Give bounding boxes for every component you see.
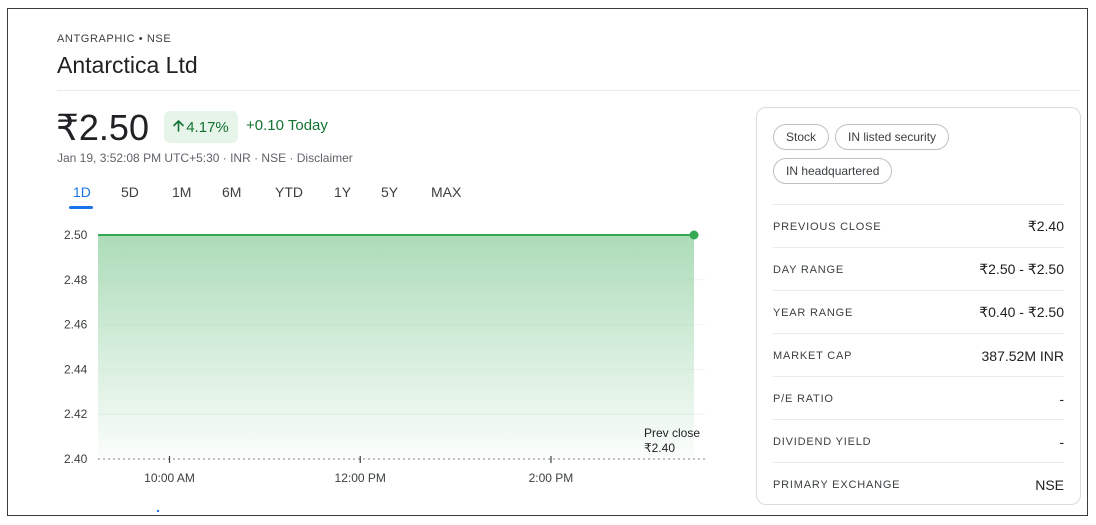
y-tick-label: 2.50 xyxy=(64,228,88,242)
prev-close-value: ₹2.40 xyxy=(644,441,675,455)
price-chart-svg: 2.50 2.48 2.46 2.44 2.42 2.40 10:00 AM 12:00 PM… xyxy=(64,228,705,485)
stat-row-previous-close: PREVIOUS CLOSE ₹2.40 xyxy=(773,204,1064,248)
stat-label: PRIMARY EXCHANGE xyxy=(773,478,901,491)
stat-value: - xyxy=(1059,433,1064,450)
stat-label: MARKET CAP xyxy=(773,349,853,362)
y-tick-label: 2.42 xyxy=(64,407,88,421)
stat-value: ₹2.40 xyxy=(1027,218,1064,234)
scroll-indicator-dot xyxy=(157,510,159,512)
stat-value: ₹0.40 - ₹2.50 xyxy=(979,304,1064,320)
x-tick-label: 2:00 PM xyxy=(529,471,574,485)
stat-row-day-range: DAY RANGE ₹2.50 - ₹2.50 xyxy=(773,247,1064,291)
category-chip[interactable]: IN listed security xyxy=(835,124,950,150)
x-tick-label: 10:00 AM xyxy=(144,471,195,485)
stat-label: PREVIOUS CLOSE xyxy=(773,220,882,233)
stat-row-primary-exchange: PRIMARY EXCHANGE NSE xyxy=(773,462,1064,506)
stat-row-year-range: YEAR RANGE ₹0.40 - ₹2.50 xyxy=(773,290,1064,334)
category-chip[interactable]: Stock xyxy=(773,124,830,150)
stat-label: YEAR RANGE xyxy=(773,306,854,319)
y-tick-label: 2.46 xyxy=(64,318,88,332)
y-tick-label: 2.44 xyxy=(64,362,88,376)
stat-label: P/E RATIO xyxy=(773,392,834,405)
y-tick-label: 2.40 xyxy=(64,452,88,466)
y-tick-label: 2.48 xyxy=(64,273,88,287)
current-price-dot xyxy=(689,230,699,240)
prev-close-label: Prev close xyxy=(644,426,700,440)
x-tick-label: 12:00 PM xyxy=(335,471,386,485)
stat-value: - xyxy=(1059,390,1064,407)
stat-row-market-cap: MARKET CAP 387.52M INR xyxy=(773,333,1064,377)
key-stats-card: Stock IN listed security IN headquartered P… xyxy=(756,107,1081,505)
price-area-fill xyxy=(98,235,694,459)
stat-value: 387.52M INR xyxy=(981,347,1064,364)
stat-label: DAY RANGE xyxy=(773,263,844,276)
stat-row-p-e-ratio: P/E RATIO - xyxy=(773,376,1064,420)
stat-label: DIVIDEND YIELD xyxy=(773,435,872,448)
stat-row-dividend-yield: DIVIDEND YIELD - xyxy=(773,419,1064,463)
category-chip[interactable]: IN headquartered xyxy=(773,158,893,184)
stat-value: ₹2.50 - ₹2.50 xyxy=(979,261,1064,277)
stat-value: NSE xyxy=(1035,476,1064,493)
